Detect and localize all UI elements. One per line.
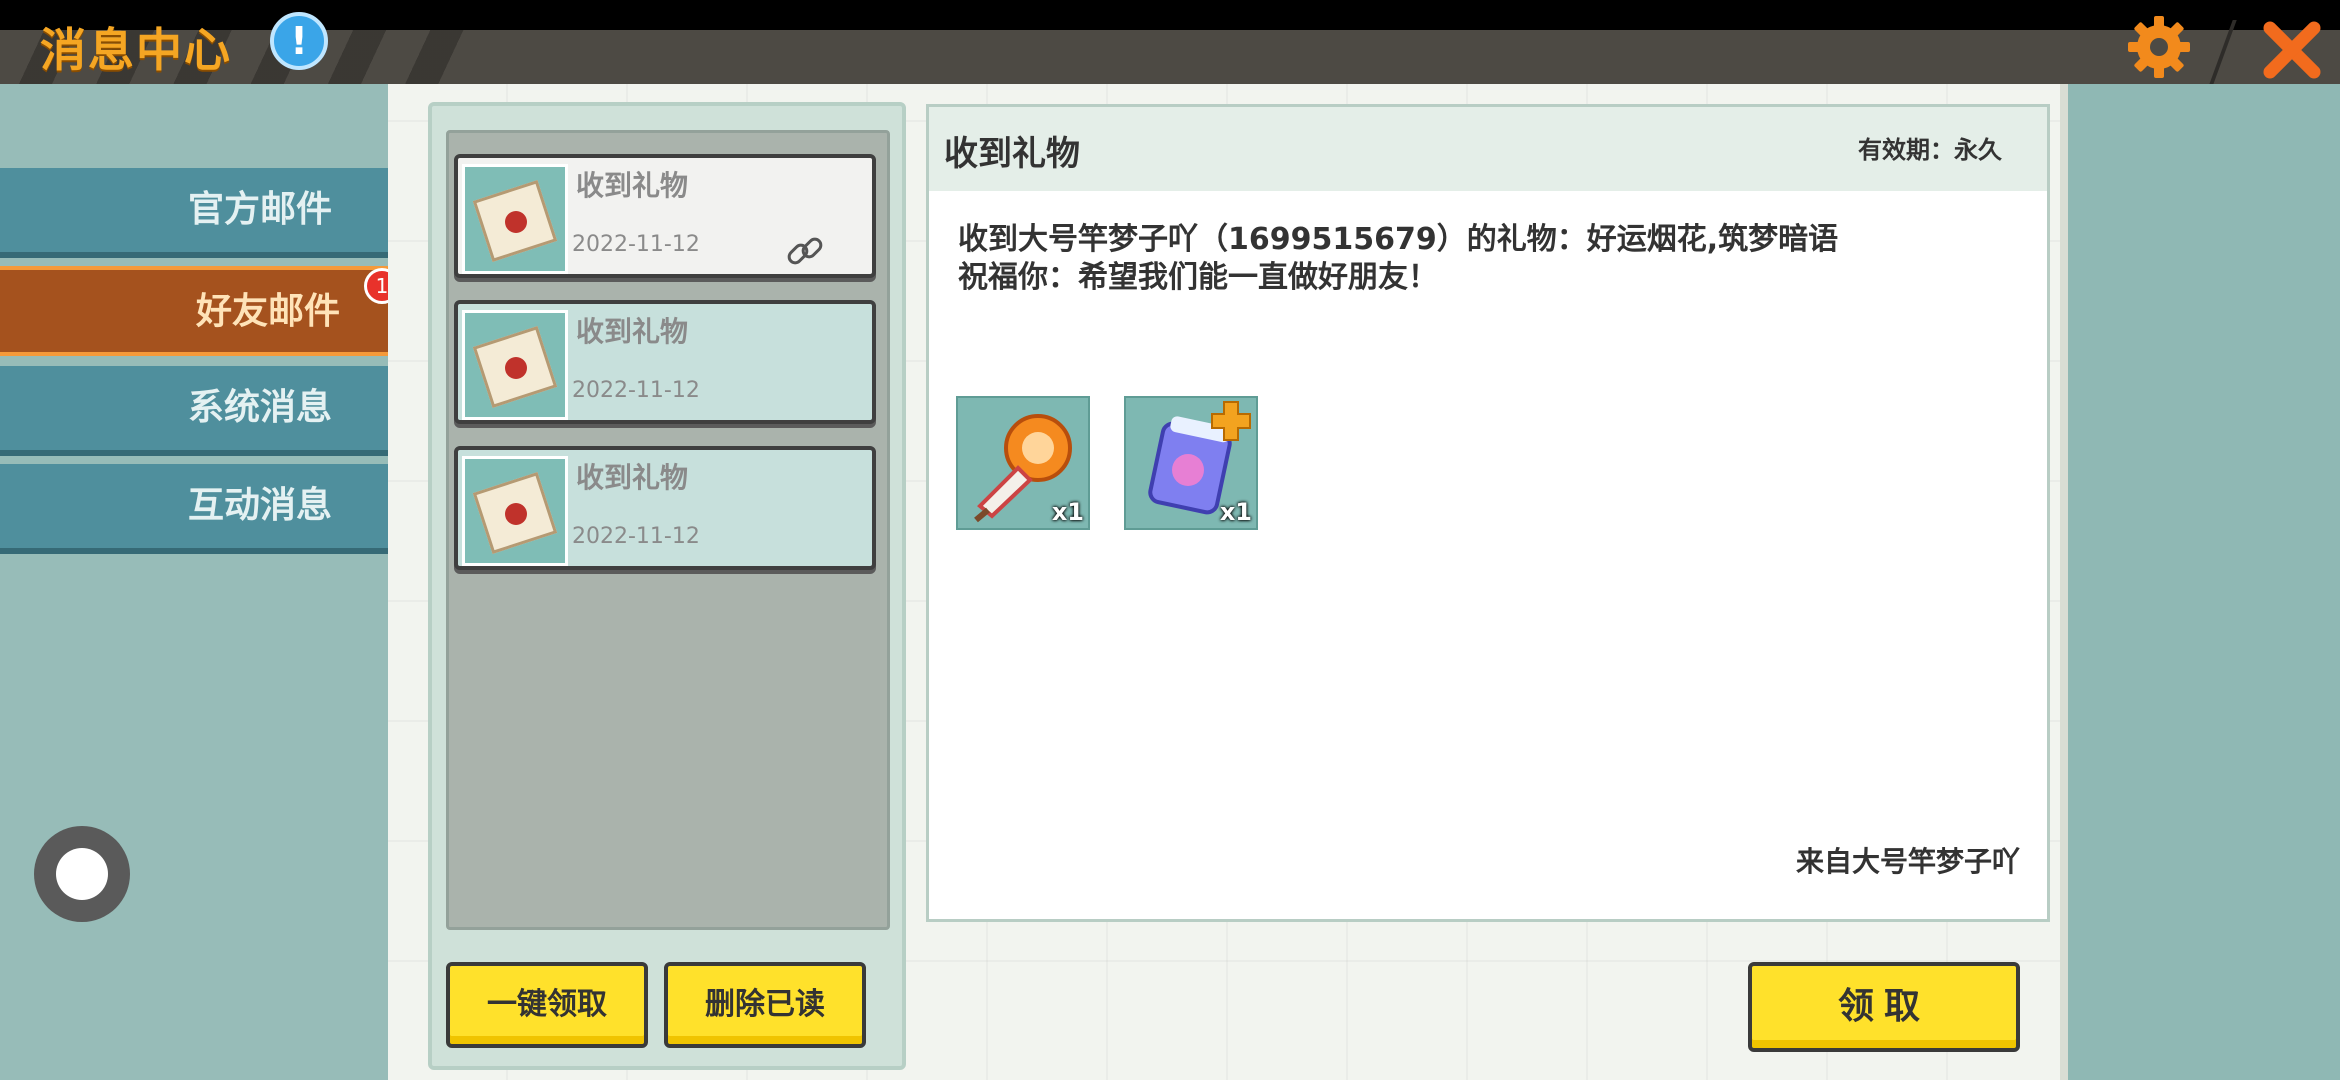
close-icon[interactable] [2256, 14, 2328, 86]
mail-date: 2022-11-12 [572, 378, 700, 403]
attachment-icon [784, 230, 828, 274]
mail-body-line: 祝福你：希望我们能一直做好朋友！ [958, 260, 1438, 295]
envelope-icon [462, 310, 568, 420]
claim-button[interactable]: 领取 [1748, 962, 2020, 1052]
tab-official-mail[interactable]: 官方邮件 [0, 168, 388, 258]
envelope-icon [462, 164, 568, 274]
validity-text: 有效期：永久 [1858, 136, 2002, 164]
mail-date: 2022-11-12 [572, 232, 700, 257]
mail-item[interactable]: 收到礼物 2022-11-12 [454, 446, 876, 570]
mail-date: 2022-11-12 [572, 524, 700, 549]
mail-title: 收到礼物 [576, 461, 689, 494]
claim-all-button[interactable]: 一键领取 [446, 962, 648, 1048]
tab-interaction-messages[interactable]: 互动消息 [0, 464, 388, 554]
status-bar [0, 0, 2340, 30]
right-decoration-strip [2068, 84, 2340, 1080]
floating-assist-button[interactable] [34, 826, 130, 922]
floating-button-dot [56, 848, 108, 900]
sender-signature: 来自大号竿梦子吖 [1796, 845, 2021, 878]
info-icon[interactable]: ! [270, 12, 328, 70]
tab-friend-mail[interactable]: 好友邮件 [0, 266, 400, 356]
panel-edge [2060, 84, 2068, 1080]
delete-read-button[interactable]: 删除已读 [664, 962, 866, 1048]
mail-item[interactable]: 收到礼物 2022-11-12 [454, 300, 876, 424]
tab-system-messages[interactable]: 系统消息 [0, 366, 388, 456]
gear-icon[interactable] [2126, 14, 2192, 80]
envelope-icon [462, 456, 568, 566]
page-title: 消息中心 [40, 23, 232, 77]
gift-item[interactable]: x1 [956, 396, 1090, 530]
gift-item[interactable]: x1 [1124, 396, 1258, 530]
mail-title: 收到礼物 [576, 315, 689, 348]
mail-title: 收到礼物 [576, 169, 689, 202]
mail-item[interactable]: 收到礼物 2022-11-12 [454, 154, 876, 278]
gift-quantity: x1 [1219, 498, 1252, 526]
mail-detail-title: 收到礼物 [944, 134, 1080, 174]
gift-quantity: x1 [1051, 498, 1084, 526]
